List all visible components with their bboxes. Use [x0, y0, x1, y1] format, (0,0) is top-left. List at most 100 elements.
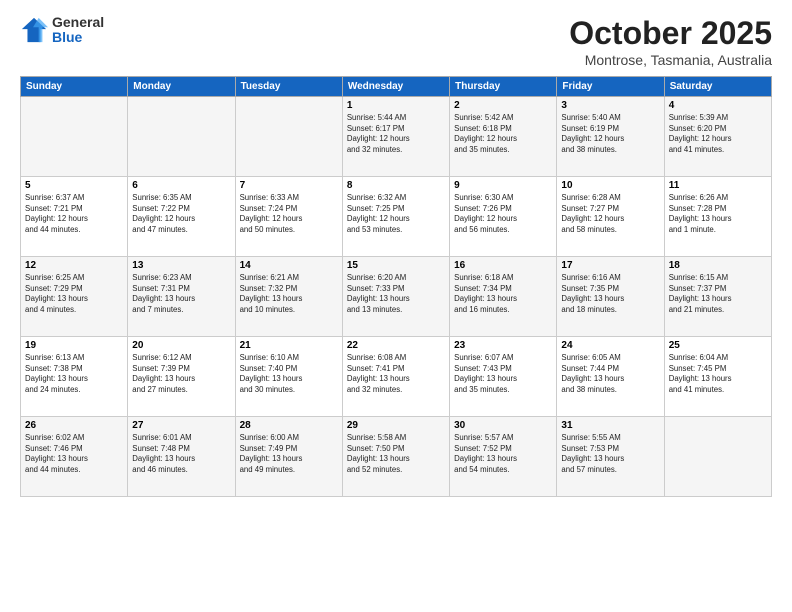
calendar-cell: 5 Sunrise: 6:37 AMSunset: 7:21 PMDaylight…	[21, 177, 128, 257]
day-info: Sunrise: 6:07 AMSunset: 7:43 PMDaylight:…	[454, 353, 552, 395]
day-number: 10	[561, 180, 659, 191]
calendar-cell: 3Sunrise: 5:40 AMSunset: 6:19 PMDaylight…	[557, 97, 664, 177]
subtitle: Montrose, Tasmania, Australia	[569, 52, 772, 68]
day-info: Sunrise: 6:05 AMSunset: 7:44 PMDaylight:…	[561, 353, 659, 395]
calendar-cell: 20 Sunrise: 6:12 AMSunset: 7:39 PMDayligh…	[128, 337, 235, 417]
day-number: 20	[132, 340, 230, 351]
day-info: Sunrise: 6:33 AMSunset: 7:24 PMDaylight:…	[240, 193, 338, 235]
day-number: 3	[561, 100, 659, 111]
day-number: 19	[25, 340, 123, 351]
day-info: Sunrise: 6:12 AMSunset: 7:39 PMDaylight:…	[132, 353, 230, 395]
calendar-cell	[664, 417, 771, 497]
calendar-cell: 10 Sunrise: 6:28 AMSunset: 7:27 PMDayligh…	[557, 177, 664, 257]
day-number: 22	[347, 340, 445, 351]
day-number: 30	[454, 420, 552, 431]
logo: General Blue	[20, 15, 104, 46]
day-info: Sunrise: 6:37 AMSunset: 7:21 PMDaylight:…	[25, 193, 123, 235]
day-number: 11	[669, 180, 767, 191]
calendar-cell: 21 Sunrise: 6:10 AMSunset: 7:40 PMDayligh…	[235, 337, 342, 417]
day-number: 15	[347, 260, 445, 271]
day-info: Sunrise: 6:16 AMSunset: 7:35 PMDaylight:…	[561, 273, 659, 315]
calendar-cell: 7Sunrise: 6:33 AMSunset: 7:24 PMDaylight…	[235, 177, 342, 257]
day-info: Sunrise: 6:32 AMSunset: 7:25 PMDaylight:…	[347, 193, 445, 235]
day-header-monday: Monday	[128, 77, 235, 97]
day-info: Sunrise: 5:42 AMSunset: 6:18 PMDaylight:…	[454, 113, 552, 155]
day-info: Sunrise: 6:02 AMSunset: 7:46 PMDaylight:…	[25, 433, 123, 475]
day-header-wednesday: Wednesday	[342, 77, 449, 97]
day-number: 17	[561, 260, 659, 271]
day-info: Sunrise: 6:13 AMSunset: 7:38 PMDaylight:…	[25, 353, 123, 395]
day-info: Sunrise: 5:55 AMSunset: 7:53 PMDaylight:…	[561, 433, 659, 475]
day-number: 29	[347, 420, 445, 431]
day-info: Sunrise: 6:10 AMSunset: 7:40 PMDaylight:…	[240, 353, 338, 395]
day-info: Sunrise: 6:23 AMSunset: 7:31 PMDaylight:…	[132, 273, 230, 315]
day-number: 13	[132, 260, 230, 271]
calendar-cell	[235, 97, 342, 177]
calendar-cell: 26 Sunrise: 6:02 AMSunset: 7:46 PMDayligh…	[21, 417, 128, 497]
calendar-cell: 28 Sunrise: 6:00 AMSunset: 7:49 PMDayligh…	[235, 417, 342, 497]
title-block: October 2025 Montrose, Tasmania, Austral…	[569, 15, 772, 68]
calendar-cell: 31Sunrise: 5:55 AMSunset: 7:53 PMDayligh…	[557, 417, 664, 497]
calendar: SundayMondayTuesdayWednesdayThursdayFrid…	[20, 76, 772, 497]
calendar-cell: 22 Sunrise: 6:08 AMSunset: 7:41 PMDayligh…	[342, 337, 449, 417]
day-info: Sunrise: 6:21 AMSunset: 7:32 PMDaylight:…	[240, 273, 338, 315]
day-header-saturday: Saturday	[664, 77, 771, 97]
page: General Blue October 2025 Montrose, Tasm…	[0, 0, 792, 612]
calendar-cell: 14Sunrise: 6:21 AMSunset: 7:32 PMDayligh…	[235, 257, 342, 337]
logo-icon	[20, 16, 48, 44]
logo-blue: Blue	[52, 30, 104, 45]
day-number: 6	[132, 180, 230, 191]
day-number: 28	[240, 420, 338, 431]
day-info: Sunrise: 5:58 AMSunset: 7:50 PMDaylight:…	[347, 433, 445, 475]
day-info: Sunrise: 6:01 AMSunset: 7:48 PMDaylight:…	[132, 433, 230, 475]
calendar-cell: 18Sunrise: 6:15 AMSunset: 7:37 PMDayligh…	[664, 257, 771, 337]
day-header-friday: Friday	[557, 77, 664, 97]
calendar-cell: 6Sunrise: 6:35 AMSunset: 7:22 PMDaylight…	[128, 177, 235, 257]
day-info: Sunrise: 5:57 AMSunset: 7:52 PMDaylight:…	[454, 433, 552, 475]
calendar-cell: 29 Sunrise: 5:58 AMSunset: 7:50 PMDayligh…	[342, 417, 449, 497]
calendar-cell: 16Sunrise: 6:18 AMSunset: 7:34 PMDayligh…	[450, 257, 557, 337]
week-row-1: 1Sunrise: 5:44 AMSunset: 6:17 PMDaylight…	[21, 97, 772, 177]
day-number: 4	[669, 100, 767, 111]
calendar-cell: 25Sunrise: 6:04 AMSunset: 7:45 PMDayligh…	[664, 337, 771, 417]
day-number: 1	[347, 100, 445, 111]
calendar-cell: 24 Sunrise: 6:05 AMSunset: 7:44 PMDayligh…	[557, 337, 664, 417]
day-number: 26	[25, 420, 123, 431]
calendar-cell: 27Sunrise: 6:01 AMSunset: 7:48 PMDayligh…	[128, 417, 235, 497]
day-header-tuesday: Tuesday	[235, 77, 342, 97]
header-row: SundayMondayTuesdayWednesdayThursdayFrid…	[21, 77, 772, 97]
day-number: 21	[240, 340, 338, 351]
week-row-3: 12Sunrise: 6:25 AMSunset: 7:29 PMDayligh…	[21, 257, 772, 337]
calendar-cell	[128, 97, 235, 177]
month-title: October 2025	[569, 15, 772, 52]
calendar-cell: 2Sunrise: 5:42 AMSunset: 6:18 PMDaylight…	[450, 97, 557, 177]
calendar-cell: 1Sunrise: 5:44 AMSunset: 6:17 PMDaylight…	[342, 97, 449, 177]
week-row-5: 26 Sunrise: 6:02 AMSunset: 7:46 PMDayligh…	[21, 417, 772, 497]
day-number: 5	[25, 180, 123, 191]
day-number: 24	[561, 340, 659, 351]
day-info: Sunrise: 5:39 AMSunset: 6:20 PMDaylight:…	[669, 113, 767, 155]
day-info: Sunrise: 6:08 AMSunset: 7:41 PMDaylight:…	[347, 353, 445, 395]
calendar-cell: 4 Sunrise: 5:39 AMSunset: 6:20 PMDaylight…	[664, 97, 771, 177]
calendar-cell: 9Sunrise: 6:30 AMSunset: 7:26 PMDaylight…	[450, 177, 557, 257]
week-row-2: 5 Sunrise: 6:37 AMSunset: 7:21 PMDaylight…	[21, 177, 772, 257]
calendar-cell: 8 Sunrise: 6:32 AMSunset: 7:25 PMDaylight…	[342, 177, 449, 257]
day-info: Sunrise: 6:28 AMSunset: 7:27 PMDaylight:…	[561, 193, 659, 235]
calendar-cell	[21, 97, 128, 177]
day-info: Sunrise: 6:25 AMSunset: 7:29 PMDaylight:…	[25, 273, 123, 315]
calendar-cell: 30 Sunrise: 5:57 AMSunset: 7:52 PMDayligh…	[450, 417, 557, 497]
day-info: Sunrise: 6:30 AMSunset: 7:26 PMDaylight:…	[454, 193, 552, 235]
day-header-thursday: Thursday	[450, 77, 557, 97]
day-info: Sunrise: 6:18 AMSunset: 7:34 PMDaylight:…	[454, 273, 552, 315]
day-number: 8	[347, 180, 445, 191]
calendar-cell: 13 Sunrise: 6:23 AMSunset: 7:31 PMDayligh…	[128, 257, 235, 337]
day-info: Sunrise: 6:00 AMSunset: 7:49 PMDaylight:…	[240, 433, 338, 475]
calendar-cell: 23 Sunrise: 6:07 AMSunset: 7:43 PMDayligh…	[450, 337, 557, 417]
logo-general: General	[52, 15, 104, 30]
calendar-cell: 15Sunrise: 6:20 AMSunset: 7:33 PMDayligh…	[342, 257, 449, 337]
day-number: 23	[454, 340, 552, 351]
week-row-4: 19 Sunrise: 6:13 AMSunset: 7:38 PMDayligh…	[21, 337, 772, 417]
logo-text: General Blue	[52, 15, 104, 46]
calendar-cell: 19 Sunrise: 6:13 AMSunset: 7:38 PMDayligh…	[21, 337, 128, 417]
day-info: Sunrise: 6:15 AMSunset: 7:37 PMDaylight:…	[669, 273, 767, 315]
